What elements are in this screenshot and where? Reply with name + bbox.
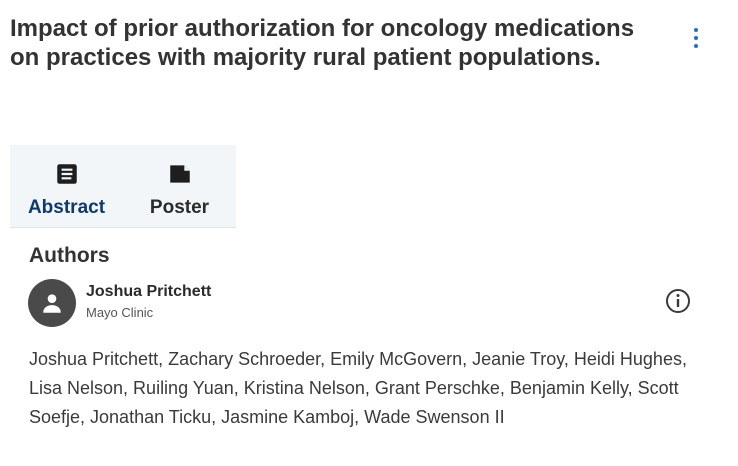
kebab-dot: [694, 44, 698, 48]
info-icon[interactable]: [664, 287, 692, 315]
page-title: Impact of prior authorization for oncolo…: [10, 15, 635, 71]
tab-abstract[interactable]: Abstract: [10, 145, 123, 227]
document-icon: [56, 164, 77, 184]
tab-poster[interactable]: Poster: [123, 145, 236, 227]
note-icon: [169, 165, 190, 183]
kebab-dot: [694, 28, 698, 32]
author-list: Joshua Pritchett, Zachary Schroeder, Emi…: [29, 349, 687, 427]
presenter-name: Joshua Pritchett: [86, 283, 212, 300]
tab-poster-label: Poster: [149, 197, 210, 218]
content-tabs: Abstract Poster: [10, 145, 236, 228]
more-options-icon[interactable]: [682, 24, 710, 52]
person-icon: [43, 294, 61, 313]
avatar: [28, 279, 76, 327]
presenter-affiliation: Mayo Clinic: [86, 305, 154, 320]
kebab-dot: [694, 36, 698, 40]
authors-heading: Authors: [29, 244, 110, 267]
tab-abstract-label: Abstract: [27, 197, 106, 218]
